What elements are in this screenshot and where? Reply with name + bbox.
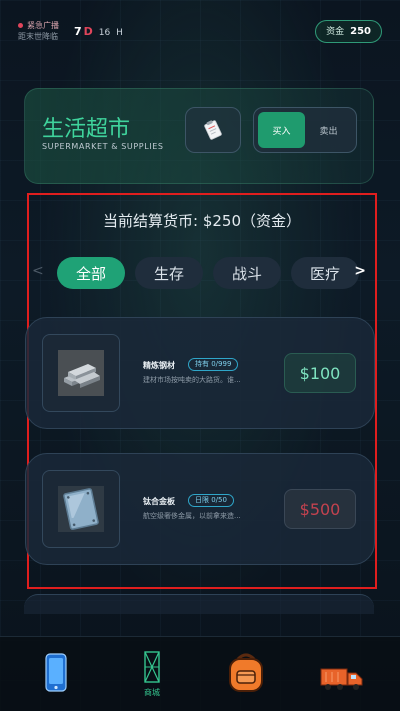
hour-unit: H (116, 28, 123, 38)
alert-dot-icon (18, 23, 23, 28)
next-item-peek (24, 594, 374, 614)
buy-tab[interactable]: 买入 (258, 112, 305, 148)
item-description: 建材市场按吨卖的大路货。谁... (143, 376, 241, 384)
category-tab-combat[interactable]: 战斗 (213, 257, 281, 289)
item-name: 精炼钢材 (143, 361, 175, 370)
clipboard-icon (204, 120, 222, 140)
bottom-nav: 商城 (0, 636, 400, 711)
buy-sell-toggle[interactable]: 买入 卖出 (253, 107, 357, 153)
funds-value: 250 (350, 26, 371, 37)
item-stock-badge: 持有 0/999 (188, 358, 239, 371)
emergency-broadcast[interactable]: 紧急广播 距末世降临 (18, 20, 59, 42)
item-buy-button[interactable]: $100 (284, 353, 356, 393)
nav-backpack[interactable] (206, 637, 286, 711)
settlement-currency: 当前结算货币: $250（资金） (103, 212, 301, 230)
shop-header: 生活超市 SUPERMARKET & SUPPLIES 买入 卖出 (24, 88, 374, 184)
day-unit: D (83, 25, 93, 38)
page-title: 生活超市 (42, 117, 131, 142)
nav-phone[interactable] (16, 637, 96, 711)
category-tab-medical[interactable]: 医疗 (291, 257, 359, 289)
alert-subtitle: 距末世降临 (18, 32, 58, 41)
nav-truck[interactable] (302, 637, 382, 711)
shop-panel: 当前结算货币: $250（资金） < 全部 生存 战斗 医疗 > 精炼钢材 持有… (25, 193, 377, 589)
truck-icon (320, 668, 363, 690)
item-description: 航空级奢侈金属，以前拿来造... (143, 512, 241, 520)
item-daily-limit-badge: 日限 0/50 (188, 494, 234, 507)
funds-label: 资金 (326, 27, 345, 37)
item-thumbnail (42, 470, 120, 548)
funds-badge: 资金 250 (315, 20, 382, 43)
day-value: 7 (74, 25, 82, 38)
status-bar: 紧急广播 距末世降临 7 D 16 H 资金 250 (0, 0, 400, 60)
nav-shop-label: 商城 (144, 688, 160, 697)
shop-item[interactable]: 精炼钢材 持有 0/999 建材市场按吨卖的大路货。谁... $100 (25, 317, 375, 429)
backpack-icon (229, 653, 263, 692)
nav-shop[interactable]: 商城 (112, 637, 192, 711)
item-name: 钛合金板 (143, 497, 175, 506)
hour-value: 16 (98, 28, 111, 38)
category-prev-arrow[interactable]: < (32, 263, 44, 279)
category-tab-survival[interactable]: 生存 (135, 257, 203, 289)
phone-icon (45, 653, 67, 692)
page-subtitle: SUPERMARKET & SUPPLIES (42, 142, 164, 151)
alert-title: 紧急广播 (27, 21, 59, 30)
sell-tab[interactable]: 卖出 (305, 112, 352, 148)
countdown: 7 D 16 H (74, 25, 123, 38)
shop-icon (144, 651, 160, 683)
steel-bars-icon (58, 350, 104, 396)
item-thumbnail (42, 334, 120, 412)
titanium-plate-icon (58, 486, 104, 532)
shop-item[interactable]: 钛合金板 日限 0/50 航空级奢侈金属，以前拿来造... $500 (25, 453, 375, 565)
category-next-arrow[interactable]: > (354, 263, 366, 279)
order-list-button[interactable] (185, 107, 241, 153)
item-buy-button[interactable]: $500 (284, 489, 356, 529)
category-tab-all[interactable]: 全部 (57, 257, 125, 289)
